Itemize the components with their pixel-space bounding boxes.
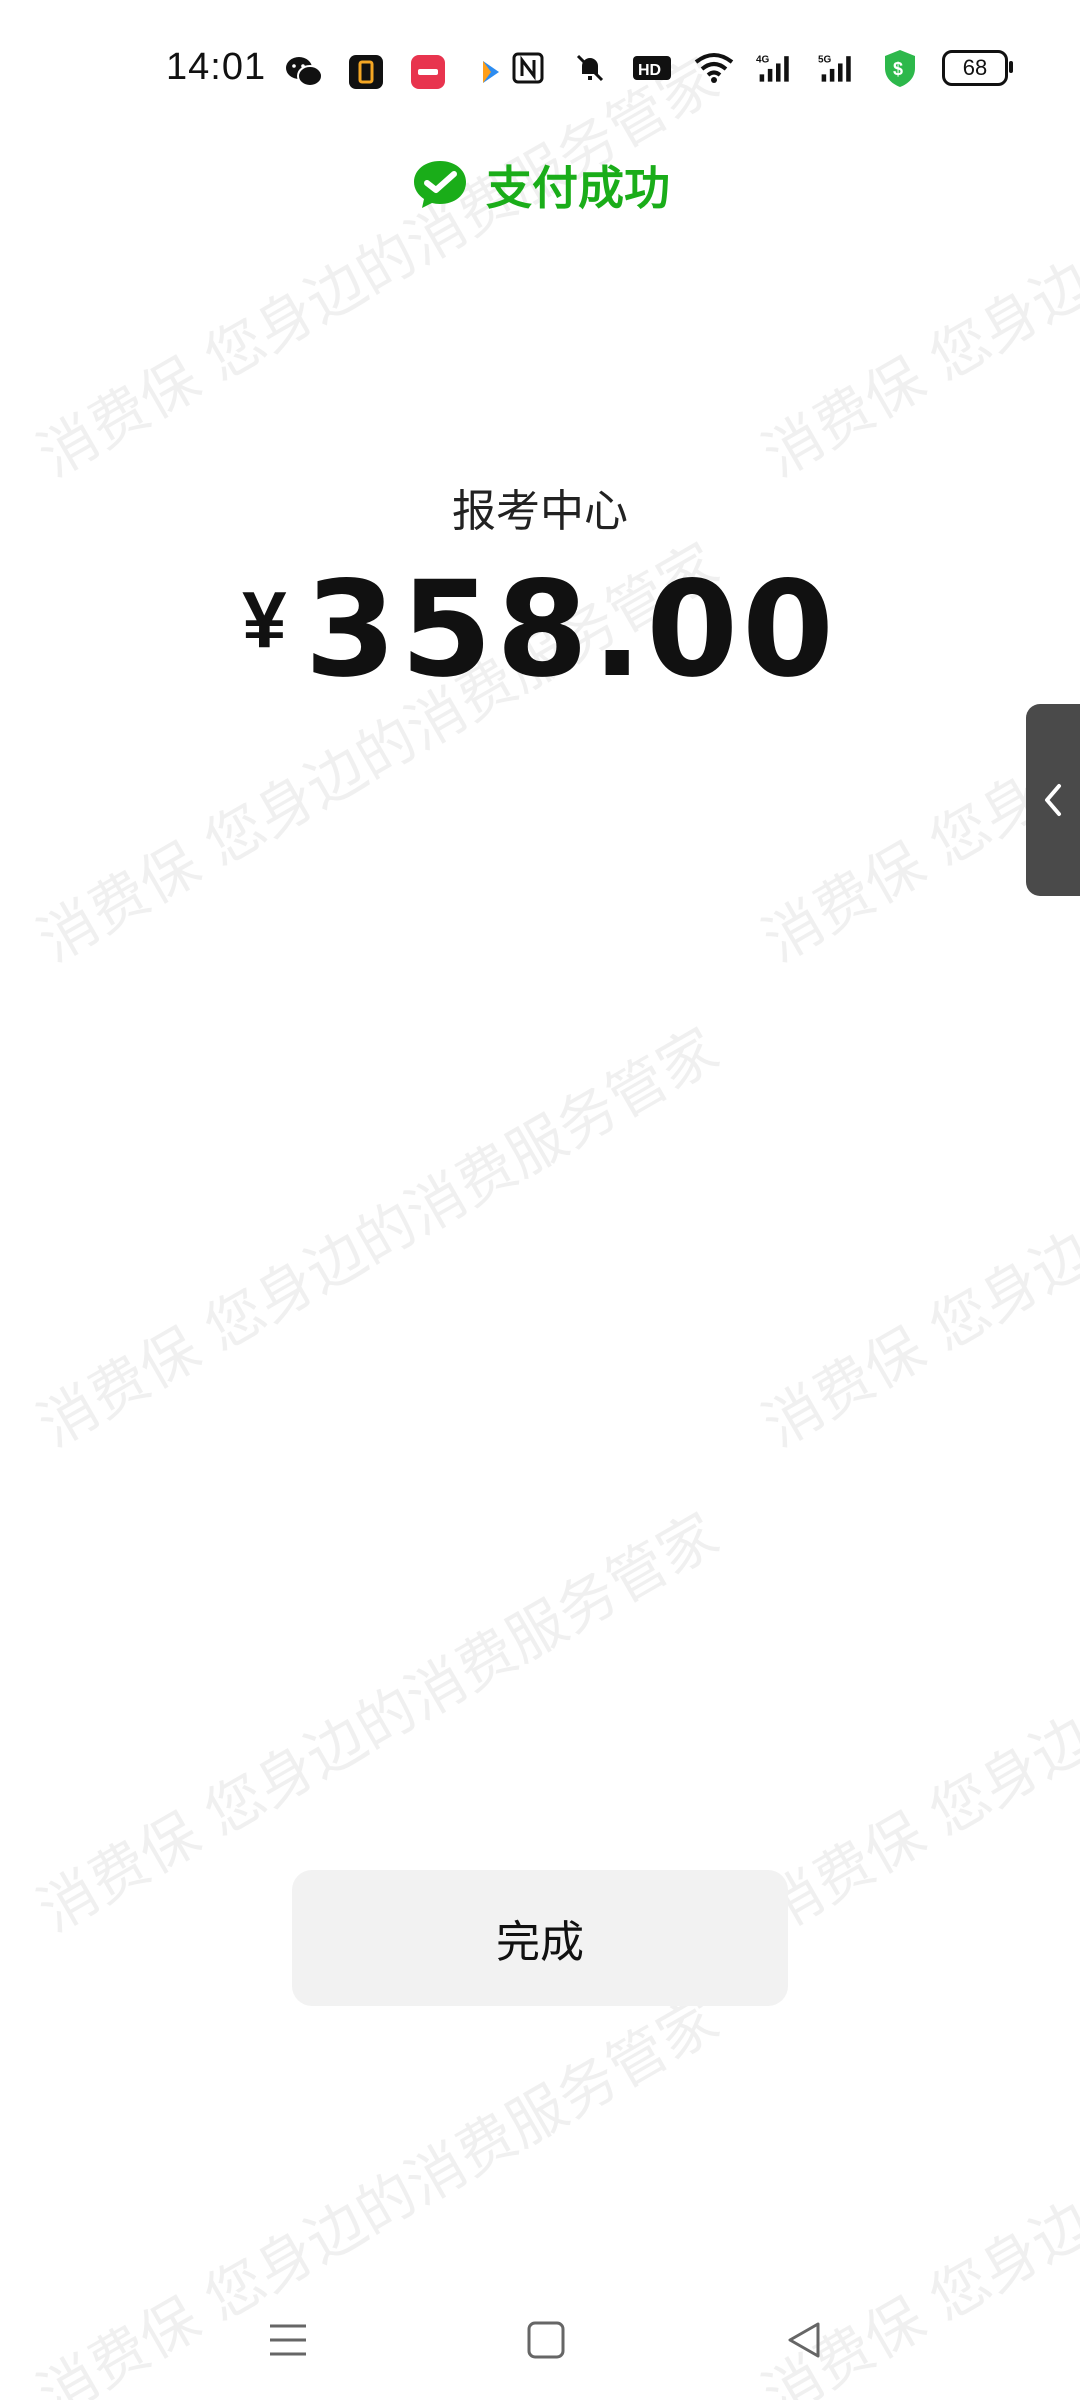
status-time: 14:01 bbox=[166, 46, 267, 88]
hd-icon: HD bbox=[632, 48, 672, 88]
nfc-icon bbox=[508, 48, 548, 88]
currency-symbol: ¥ bbox=[242, 575, 287, 664]
status-bar: 14:01 HD 4G 5G $ 68 bbox=[0, 0, 1080, 140]
svg-text:5G: 5G bbox=[818, 55, 832, 66]
watermark-text: 消费保 您身边的消费服务管家 bbox=[751, 1500, 1080, 1946]
svg-text:HD: HD bbox=[638, 62, 661, 79]
wechat-icon bbox=[284, 52, 324, 92]
navigation-bar bbox=[0, 2290, 1080, 2380]
system-status-icons: HD 4G 5G $ 68 bbox=[508, 48, 1013, 88]
battery-level: 68 bbox=[962, 55, 988, 80]
mute-icon bbox=[570, 48, 610, 88]
wifi-icon bbox=[694, 48, 734, 88]
watermark-text: 消费保 您身边的消费服务管家 bbox=[26, 1015, 730, 1461]
notification-icons bbox=[284, 52, 510, 92]
notes-icon bbox=[346, 52, 386, 92]
page-title: 支付成功 bbox=[486, 162, 670, 214]
svg-text:4G: 4G bbox=[756, 55, 770, 66]
signal-5g-icon: 5G bbox=[818, 48, 858, 88]
video-app-icon bbox=[470, 52, 510, 92]
payment-amount: ¥358.00 bbox=[0, 560, 1080, 740]
back-icon[interactable] bbox=[774, 2310, 834, 2370]
watermark-text: 消费保 您身边的消费服务管家 bbox=[751, 1015, 1080, 1461]
done-button[interactable]: 完成 bbox=[292, 1870, 788, 2006]
security-icon: $ bbox=[880, 48, 920, 88]
watermark: 消费保 您身边的消费服务管家 消费保 您身边的消费服务管家 消费保 您身边的消费… bbox=[0, 0, 1080, 2400]
battery-icon: 68 bbox=[942, 50, 1013, 86]
home-icon[interactable] bbox=[516, 2310, 576, 2370]
svg-text:$: $ bbox=[893, 59, 903, 79]
chevron-left-icon bbox=[1045, 784, 1061, 816]
side-panel-handle[interactable] bbox=[1026, 704, 1080, 896]
menu-icon[interactable] bbox=[258, 2310, 318, 2370]
amount-value: 358.00 bbox=[304, 553, 838, 707]
red-app-icon bbox=[408, 52, 448, 92]
page-header: 支付成功 bbox=[0, 150, 1080, 220]
merchant-name: 报考中心 bbox=[452, 487, 628, 536]
signal-4g-icon: 4G bbox=[756, 48, 796, 88]
wechat-pay-icon bbox=[414, 161, 466, 208]
